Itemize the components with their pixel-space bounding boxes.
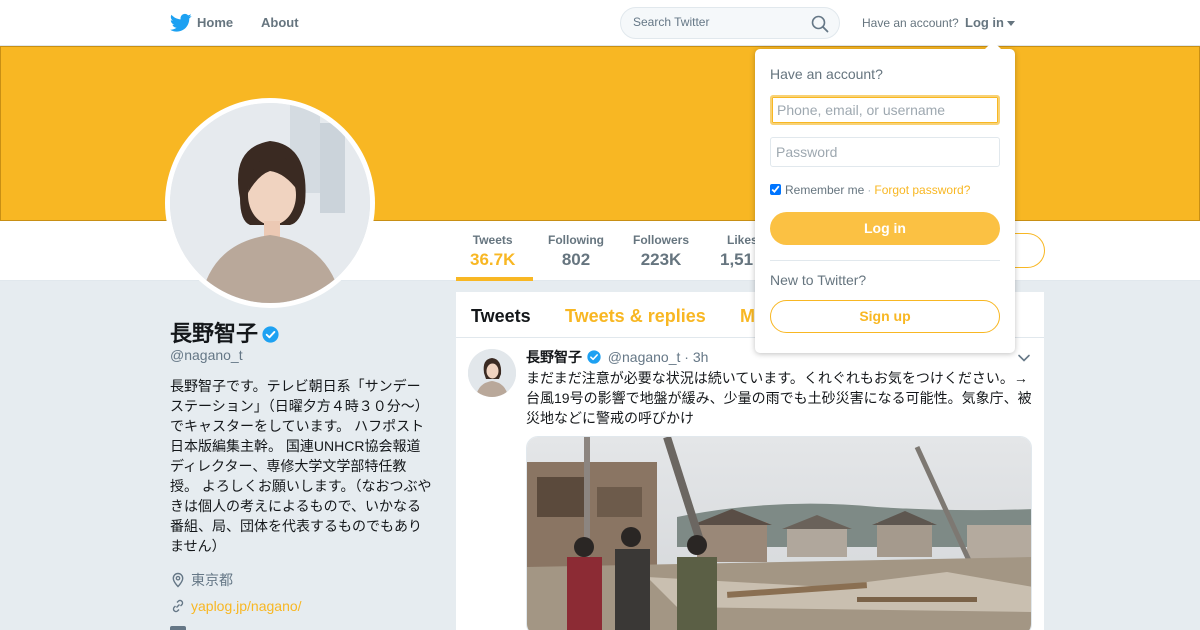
- active-tab-indicator: [456, 277, 533, 281]
- stat-tweets[interactable]: Tweets 36.7K: [470, 233, 515, 270]
- profile-handle[interactable]: @nagano_t: [170, 347, 243, 363]
- forgot-password-link[interactable]: Forgot password?: [874, 183, 970, 197]
- stat-label: Followers: [633, 233, 690, 247]
- profile-name: 長野智子: [170, 316, 279, 348]
- remember-me-checkbox[interactable]: [770, 184, 781, 195]
- tweet-author-handle[interactable]: @nagano_t: [608, 349, 681, 365]
- remember-row: Remember me · Forgot password?: [770, 183, 970, 197]
- tweet-text: まだまだ注意が必要な状況は続いています。くれぐれもお気をつけください。→台風19…: [526, 370, 1032, 426]
- stat-label: Likes: [727, 233, 758, 247]
- stat-value: 802: [561, 250, 591, 269]
- remember-me-label[interactable]: Remember me: [785, 183, 864, 197]
- login-button[interactable]: Log in: [770, 212, 1000, 245]
- login-dropdown-toggle[interactable]: Log in: [965, 15, 1015, 30]
- have-account-text: Have an account?: [862, 16, 959, 30]
- verified-badge-icon: [262, 326, 279, 343]
- avatar-photo: [170, 103, 370, 303]
- new-to-twitter-text: New to Twitter?: [770, 272, 867, 288]
- nav-home-link[interactable]: Home: [197, 15, 233, 30]
- signup-button[interactable]: Sign up: [770, 300, 1000, 333]
- tweet-author-name[interactable]: 長野智子: [526, 349, 582, 365]
- profile-name-text: 長野智子: [170, 321, 259, 346]
- search-box: [620, 7, 840, 39]
- chevron-down-icon[interactable]: [1017, 351, 1031, 365]
- password-input[interactable]: [770, 137, 1000, 167]
- search-input[interactable]: [633, 15, 803, 29]
- tab-media[interactable]: M: [740, 306, 755, 327]
- tweet-avatar[interactable]: [468, 349, 516, 397]
- calendar-icon: [170, 626, 186, 630]
- top-navigation: Home About Have an account? Log in: [0, 0, 1200, 46]
- login-toggle-label: Log in: [965, 15, 1004, 30]
- stat-likes[interactable]: Likes 1,51: [720, 233, 758, 270]
- tweet-timestamp[interactable]: 3h: [693, 349, 709, 365]
- stat-value: 223K: [640, 250, 682, 269]
- profile-website[interactable]: yaplog.jp/nagano/: [170, 598, 302, 614]
- profile-website-text: yaplog.jp/nagano/: [191, 598, 302, 614]
- nav-about-link[interactable]: About: [261, 15, 299, 30]
- search-icon[interactable]: [811, 15, 829, 33]
- username-input[interactable]: [770, 95, 1000, 125]
- stat-following[interactable]: Following 802: [548, 233, 604, 270]
- stat-label: Following: [548, 233, 604, 247]
- caret-down-icon: [1007, 21, 1015, 27]
- stat-followers[interactable]: Followers 223K: [633, 233, 689, 270]
- separator-dot: ·: [867, 183, 872, 197]
- tweet-separator: ·: [684, 349, 689, 365]
- location-pin-icon: [172, 572, 184, 588]
- profile-bio: 長野智子です。テレビ朝日系「サンデーステーション」（日曜夕方４時３０分〜）でキャ…: [170, 378, 432, 554]
- profile-location-text: 東京都: [191, 572, 233, 588]
- link-icon: [172, 599, 184, 613]
- stat-value: 1,51: [720, 250, 754, 269]
- login-dropdown-title: Have an account?: [770, 66, 883, 82]
- tweet-header: 長野智子 @nagano_t · 3h: [526, 347, 708, 367]
- stat-value: 36.7K: [470, 250, 516, 269]
- divider: [770, 260, 1000, 261]
- login-dropdown: Have an account? Remember me·Forgot pass…: [755, 41, 1015, 353]
- tab-tweets[interactable]: Tweets: [471, 306, 531, 327]
- stat-label: Tweets: [472, 233, 513, 247]
- profile-avatar[interactable]: [165, 98, 375, 308]
- profile-location: 東京都: [170, 570, 233, 590]
- verified-badge-icon: [587, 350, 601, 364]
- tweet-photo[interactable]: [526, 436, 1032, 630]
- tab-tweets-replies[interactable]: Tweets & replies: [565, 306, 706, 327]
- twitter-bird-icon[interactable]: [170, 13, 192, 33]
